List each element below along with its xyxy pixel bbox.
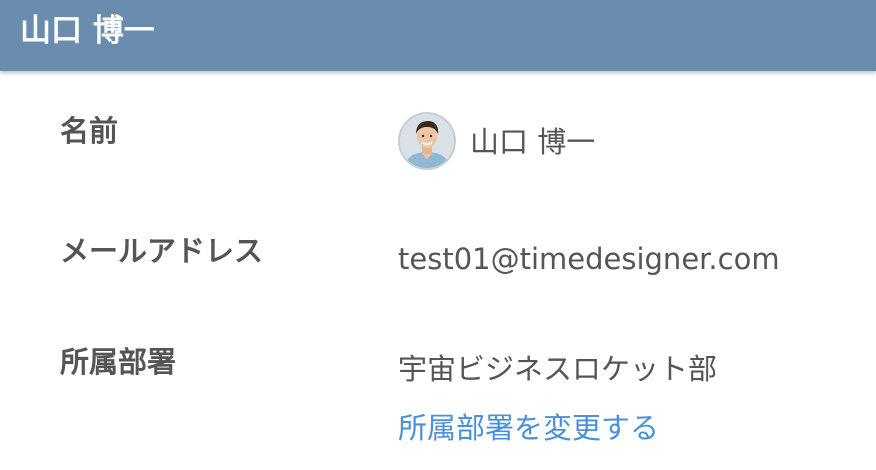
email-value: test01@timedesigner.com — [398, 242, 780, 276]
department-label: 所属部署 — [60, 345, 177, 379]
email-label: メールアドレス — [60, 234, 264, 268]
change-department-link[interactable]: 所属部署を変更する — [398, 410, 659, 446]
page-title: 山口 博一 — [20, 13, 155, 49]
name-value: 山口 博一 — [470, 125, 596, 159]
department-value: 宇宙ビジネスロケット部 — [398, 352, 718, 386]
name-label: 名前 — [60, 114, 119, 148]
app-header: 山口 博一 — [0, 0, 876, 71]
avatar — [398, 112, 456, 170]
profile-details: 名前 山口 博一 メールアドレス test01@timedesigner.com… — [0, 71, 876, 470]
